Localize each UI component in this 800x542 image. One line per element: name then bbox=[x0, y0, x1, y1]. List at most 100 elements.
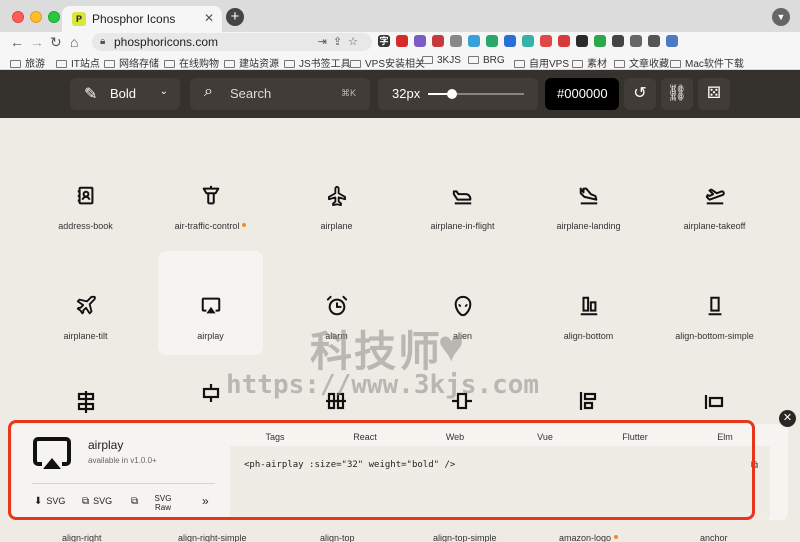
omnibox-action-icons[interactable]: ⇥⇪☆ bbox=[318, 35, 364, 48]
extension-16-icon[interactable] bbox=[648, 35, 660, 47]
extension-9-icon[interactable] bbox=[522, 35, 534, 47]
minimize-window-button[interactable] bbox=[30, 11, 42, 23]
icon-label: align-bottom-simple bbox=[675, 331, 754, 341]
bookmark-label: JS书签工具 bbox=[299, 59, 351, 70]
icon-cell[interactable]: address-book bbox=[33, 141, 138, 245]
icon-label[interactable]: align-top-simple bbox=[433, 533, 497, 542]
airplane-landing-icon bbox=[536, 185, 641, 207]
align-center-horizontal-simple-icon[interactable] bbox=[201, 384, 221, 402]
folder-icon bbox=[614, 60, 625, 68]
icon-cell[interactable]: airplane-takeoff bbox=[662, 141, 767, 245]
weight-select[interactable]: ✎ Bold ⌄ bbox=[70, 78, 180, 110]
bookmark-folder[interactable]: 旅游 bbox=[10, 55, 45, 70]
tab-title: Phosphor Icons bbox=[92, 12, 176, 26]
extension-5-icon[interactable] bbox=[450, 35, 462, 47]
align-bottom-simple-icon bbox=[662, 295, 767, 317]
browser-tab-strip: P Phosphor Icons ✕ + ▼ bbox=[0, 0, 800, 32]
address-bar[interactable]: 🔒︎ phosphoricons.com ⇥⇪☆ bbox=[92, 33, 372, 51]
bookmark-folder[interactable]: VPS安装相关 bbox=[350, 55, 425, 70]
folder-icon bbox=[224, 60, 235, 68]
align-center-horizontal-icon[interactable] bbox=[76, 391, 96, 413]
dice-button[interactable]: ⚄ bbox=[698, 78, 730, 110]
airplane-tilt-icon bbox=[33, 295, 138, 317]
home-icon[interactable]: ⌂ bbox=[70, 34, 78, 50]
bookmark-folder[interactable]: Mac软件下载 bbox=[670, 55, 744, 70]
search-input[interactable] bbox=[230, 86, 330, 101]
extension-13-icon[interactable] bbox=[594, 35, 606, 47]
extension-1-icon[interactable]: 字 bbox=[378, 35, 390, 47]
reset-button[interactable]: ↺ bbox=[624, 78, 656, 110]
copy-link-button[interactable]: ⛓ bbox=[661, 78, 693, 110]
icon-label[interactable]: align-right-simple bbox=[178, 533, 247, 542]
extension-15-icon[interactable] bbox=[630, 35, 642, 47]
extension-3-icon[interactable] bbox=[414, 35, 426, 47]
icon-cell[interactable]: align-bottom-simple bbox=[662, 251, 767, 355]
reload-icon[interactable]: ↻ bbox=[50, 34, 62, 50]
bookmark-folder[interactable]: 自用VPS bbox=[514, 55, 569, 70]
bookmark-folder[interactable]: 网络存储 bbox=[104, 55, 159, 70]
phosphor-favicon-icon: P bbox=[72, 12, 86, 26]
extension-12-icon[interactable] bbox=[576, 35, 588, 47]
icon-cell[interactable]: airplane-in-flight bbox=[410, 141, 515, 245]
forward-arrow-icon[interactable]: → bbox=[30, 34, 44, 50]
icon-label[interactable]: amazon-logo bbox=[559, 533, 619, 542]
search-icon: ⌕ bbox=[204, 83, 213, 100]
align-left-simple-icon[interactable] bbox=[704, 393, 724, 411]
bookmark-label: 3KJS bbox=[437, 55, 461, 66]
new-badge-dot bbox=[242, 223, 247, 227]
tab-close-icon[interactable]: ✕ bbox=[204, 11, 214, 25]
folder-icon bbox=[284, 60, 295, 68]
lock-icon[interactable]: 🔒︎ bbox=[100, 36, 105, 47]
bookmark-folder[interactable]: 3KJS bbox=[422, 55, 461, 66]
browser-tab[interactable]: P Phosphor Icons ✕ bbox=[62, 6, 222, 32]
size-slider[interactable] bbox=[428, 89, 524, 99]
extension-2-icon[interactable] bbox=[396, 35, 408, 47]
bookmark-folder[interactable]: 素材 bbox=[572, 55, 607, 70]
tab-search-chevron-icon[interactable]: ▼ bbox=[772, 8, 790, 26]
bookmark-folder[interactable]: 文章收藏 bbox=[614, 55, 669, 70]
icon-cell[interactable]: airplane-tilt bbox=[33, 251, 138, 355]
align-left-icon[interactable] bbox=[578, 391, 598, 411]
extension-7-icon[interactable] bbox=[486, 35, 498, 47]
folder-icon bbox=[56, 60, 67, 68]
extension-17-icon[interactable] bbox=[666, 35, 678, 47]
bookmark-folder[interactable]: 在线购物 bbox=[164, 55, 219, 70]
close-panel-button[interactable]: ✕ bbox=[779, 410, 796, 427]
search-box[interactable]: ⌕ ⌘K bbox=[190, 78, 370, 110]
back-arrow-icon[interactable]: ← bbox=[10, 34, 24, 50]
extension-8-icon[interactable] bbox=[504, 35, 516, 47]
icon-cell[interactable]: align-bottom bbox=[536, 251, 641, 355]
dice-icon: ⚄ bbox=[707, 85, 721, 102]
extension-4-icon[interactable] bbox=[432, 35, 444, 47]
size-slider-thumb[interactable] bbox=[447, 89, 457, 99]
icon-label[interactable]: align-top bbox=[320, 533, 355, 542]
bookmark-folder[interactable]: JS书签工具 bbox=[284, 55, 351, 70]
airplane-takeoff-icon bbox=[662, 185, 767, 207]
size-value: 32px bbox=[392, 86, 421, 101]
icon-cell[interactable]: airplane bbox=[284, 141, 389, 245]
alarm-icon bbox=[284, 295, 389, 317]
folder-icon bbox=[670, 60, 681, 68]
icon-label: address-book bbox=[58, 221, 113, 231]
chevron-down-icon: ⌄ bbox=[159, 86, 168, 97]
icon-label[interactable]: anchor bbox=[700, 533, 728, 542]
extension-6-icon[interactable] bbox=[468, 35, 480, 47]
bookmark-folder[interactable]: BRG bbox=[468, 55, 505, 66]
bookmark-label: 在线购物 bbox=[179, 59, 219, 70]
zoom-window-button[interactable] bbox=[48, 11, 60, 23]
folder-icon bbox=[10, 60, 21, 68]
new-tab-button[interactable]: + bbox=[226, 8, 244, 26]
bookmark-folder[interactable]: IT站点 bbox=[56, 55, 100, 70]
color-picker[interactable]: #000000 bbox=[545, 78, 619, 110]
icon-label: airplane-in-flight bbox=[430, 221, 495, 231]
icon-cell[interactable]: air-traffic-control bbox=[158, 141, 263, 245]
icon-cell[interactable]: airplane-landing bbox=[536, 141, 641, 245]
icon-cell[interactable]: airplay bbox=[158, 251, 263, 355]
extension-10-icon[interactable] bbox=[540, 35, 552, 47]
extension-11-icon[interactable] bbox=[558, 35, 570, 47]
extension-14-icon[interactable] bbox=[612, 35, 624, 47]
bookmark-label: 自用VPS bbox=[529, 59, 570, 70]
close-window-button[interactable] bbox=[12, 11, 24, 23]
icon-label[interactable]: align-right bbox=[62, 533, 102, 542]
bookmark-folder[interactable]: 建站资源 bbox=[224, 55, 279, 70]
